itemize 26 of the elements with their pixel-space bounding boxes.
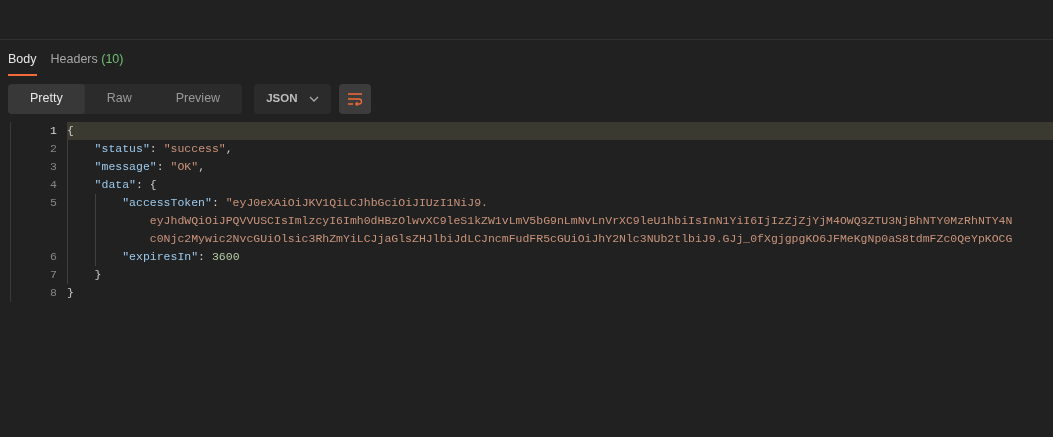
line-number: 7 xyxy=(49,266,57,283)
code-line: } xyxy=(67,284,75,301)
line-number: 5 xyxy=(49,194,57,211)
line-number: 8 xyxy=(49,284,57,301)
chevron-down-icon xyxy=(309,95,320,102)
code-line: c0Njc2Mywic2NvcGUiOlsic3RhZmYiLCJjaGlsZHJlbiJdLCJncmFudFR5cGUiOiJhY2Nlc3NUb2tlbiJ9.GJj_0fXgjgpgKO6JFMeKgNp0aS8tdmFZc0QeYpKOCG xyxy=(148,230,1014,247)
code-line: "expiresIn": 3600 xyxy=(122,248,241,265)
line-number: 2 xyxy=(49,140,57,157)
response-tab[interactable]: Body xyxy=(8,44,37,76)
format-dropdown[interactable]: JSON xyxy=(254,83,332,114)
view-mode-tab[interactable]: Preview xyxy=(153,83,243,114)
code-line: "accessToken": "eyJ0eXAiOiJKV1QiLCJhbGciOiJIUzI1NiJ9. xyxy=(122,194,489,211)
line-number: 6 xyxy=(49,248,57,265)
code-line: "message": "OK", xyxy=(94,158,207,175)
view-mode-tab[interactable]: Pretty xyxy=(8,83,85,114)
code-line: "data": { xyxy=(94,176,158,193)
wrap-lines-button[interactable] xyxy=(339,83,372,114)
code-line: "status": "success", xyxy=(94,140,234,157)
wrap-lines-icon xyxy=(347,91,364,106)
view-mode-tab[interactable]: Raw xyxy=(84,83,154,114)
code-line: eyJhdWQiOiJPQVVUSCIsImlzcyI6Imh0dHBzOlwvXC9leS1kZW1vLmV5bG9nLmNvLnVrXC9leU1hbiIsInN1YiI6IjIzZjZjYjM4OWQ3ZTU3NjBhNTY0MzRhNTY4N xyxy=(148,212,1014,229)
line-number: 1 xyxy=(49,122,57,139)
line-number: 4 xyxy=(49,176,57,193)
code-line: } xyxy=(94,266,103,283)
line-number: 3 xyxy=(49,158,57,175)
response-tab[interactable]: Headers (10) xyxy=(50,44,124,76)
